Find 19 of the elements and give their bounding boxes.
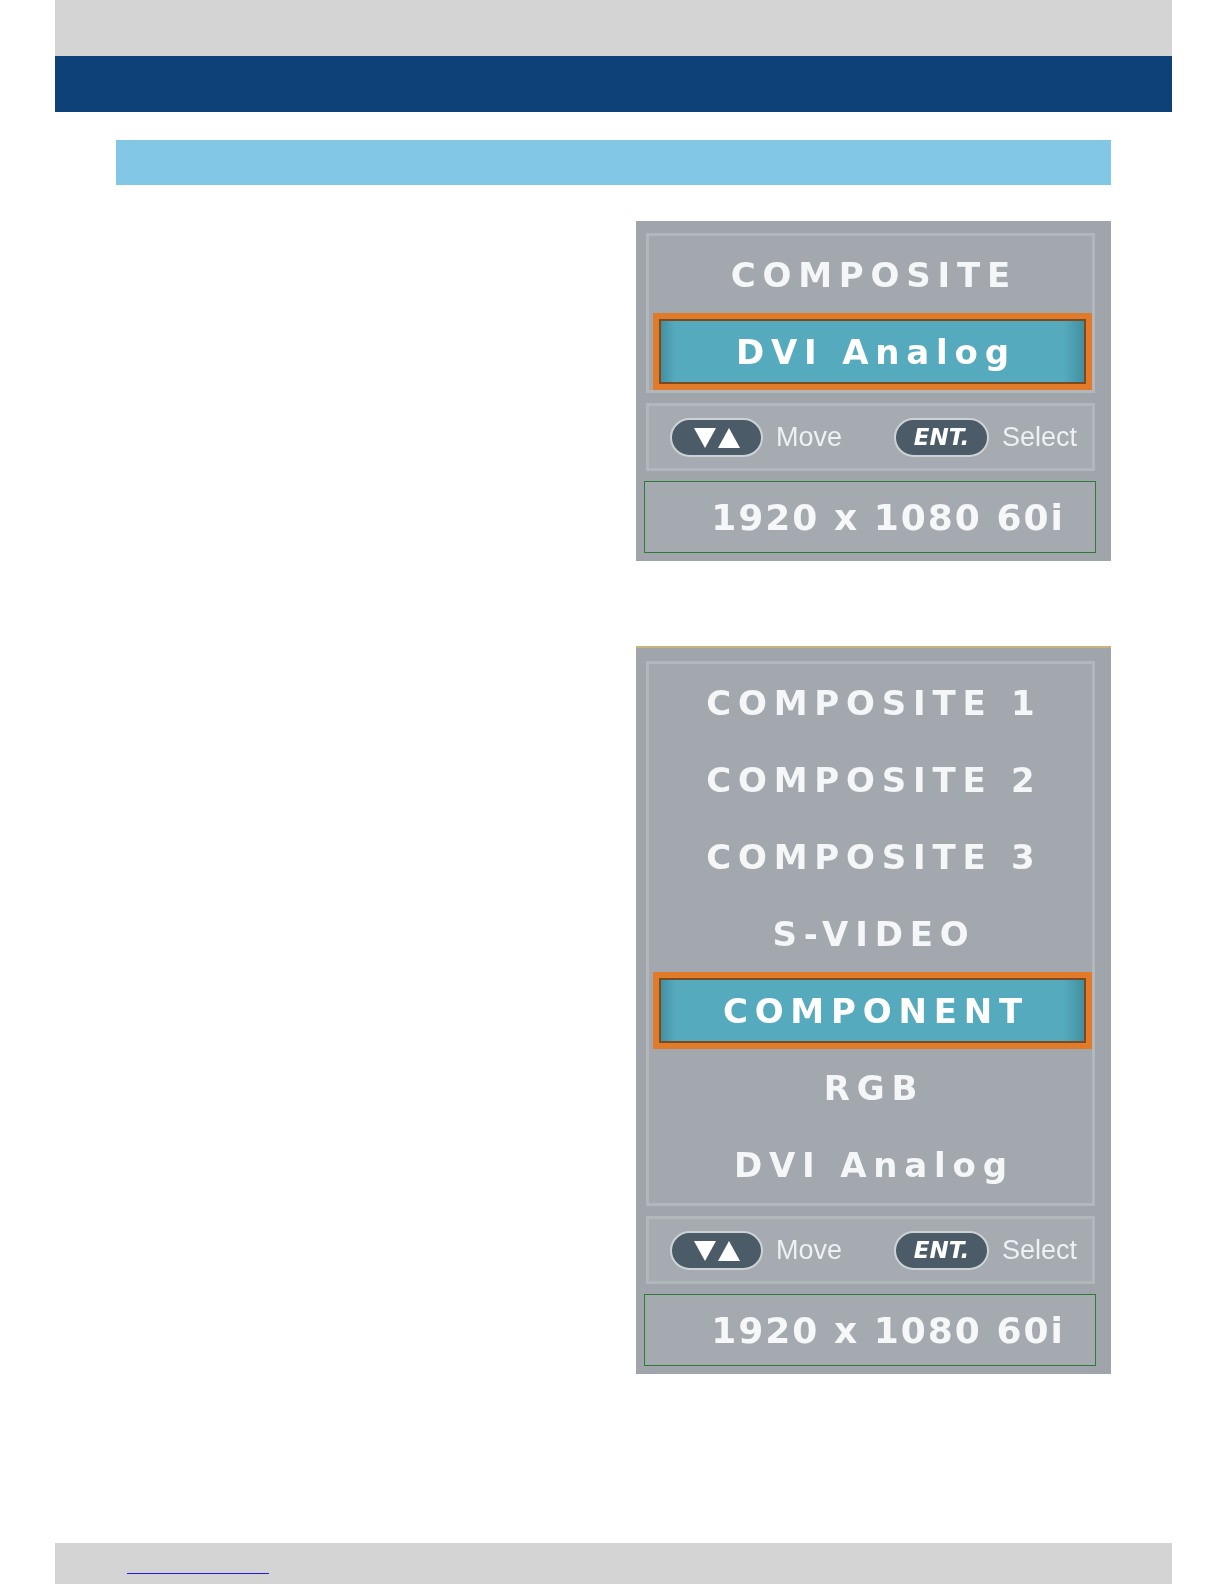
source-option[interactable]: COMPOSITE 3 [649,818,1092,895]
help-label: Select [1001,1234,1077,1266]
source-option[interactable]: COMPOSITE [649,236,1092,313]
key-badge: ENT. [893,1230,989,1270]
source-option[interactable]: DVI Analog [649,1126,1092,1203]
resolution-readout: 1920 x 1080 60i [644,481,1096,553]
source-option[interactable]: COMPOSITE 1 [649,664,1092,741]
source-option[interactable]: DVI Analog [653,313,1092,390]
help-label: Move [776,1234,843,1266]
resolution-readout: 1920 x 1080 60i [644,1294,1096,1366]
down-up-arrows-icon [670,1230,763,1270]
down-up-arrows-icon [670,417,763,457]
key-badge: ENT. [893,417,989,457]
help-label: Select [1001,421,1077,453]
source-option[interactable]: S-VIDEO [649,895,1092,972]
source-option[interactable]: COMPOSITE 2 [649,741,1092,818]
help-label: Move [776,421,843,453]
source-option[interactable]: RGB [649,1049,1092,1126]
source-option[interactable]: COMPONENT [653,972,1092,1049]
